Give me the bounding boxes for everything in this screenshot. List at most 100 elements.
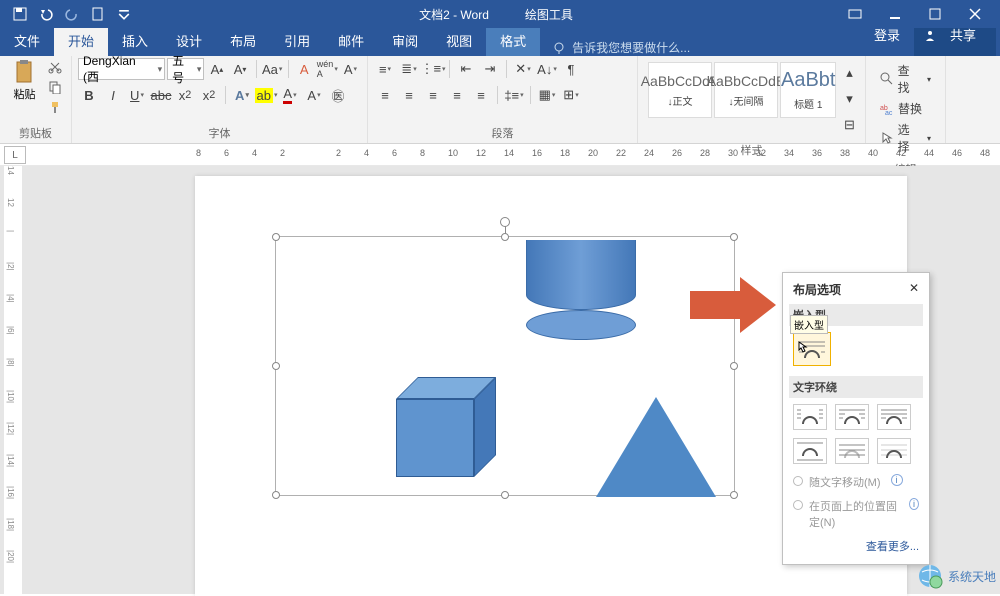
underline-button[interactable]: U: [126, 84, 148, 106]
close-button[interactable]: [960, 0, 990, 28]
text-effects-button[interactable]: A: [231, 84, 253, 106]
show-marks-button[interactable]: ¶: [560, 58, 582, 80]
highlight-button[interactable]: ab: [255, 84, 277, 106]
info-icon[interactable]: i: [909, 498, 919, 510]
enclose-char-button[interactable]: ㊩: [327, 84, 349, 106]
maximize-button[interactable]: [920, 0, 950, 28]
copy-button[interactable]: [45, 78, 65, 96]
tab-layout[interactable]: 布局: [216, 25, 270, 56]
style-normal[interactable]: AaBbCcDdE ↓正文: [648, 62, 712, 118]
align-center-button[interactable]: ≡: [398, 84, 420, 106]
tab-view[interactable]: 视图: [432, 25, 486, 56]
align-left-button[interactable]: ≡: [374, 84, 396, 106]
redo-button[interactable]: [60, 2, 84, 26]
info-icon[interactable]: i: [891, 474, 903, 486]
bullets-button[interactable]: ≡: [374, 58, 396, 80]
format-painter-button[interactable]: [45, 98, 65, 116]
triangle-shape[interactable]: [596, 397, 716, 497]
shading-button[interactable]: ▦: [536, 84, 558, 106]
clear-format-button[interactable]: A: [294, 58, 315, 80]
undo-button[interactable]: [34, 2, 58, 26]
phonetic-guide-button[interactable]: wénA: [317, 58, 338, 80]
font-color-button[interactable]: A: [279, 84, 301, 106]
char-shading-button[interactable]: A: [303, 84, 325, 106]
cube-shape[interactable]: [396, 377, 496, 477]
minimize-button[interactable]: [880, 0, 910, 28]
style-no-spacing[interactable]: AaBbCcDdE ↓无间隔: [714, 62, 778, 118]
multilevel-button[interactable]: ⋮≡: [422, 58, 444, 80]
char-border-button[interactable]: A: [340, 58, 361, 80]
wrap-topbottom-button[interactable]: [793, 438, 827, 464]
replace-button[interactable]: abac 替换: [880, 100, 931, 117]
font-name-combo[interactable]: DengXian (西: [78, 58, 165, 80]
radio-move-with-text[interactable]: 随文字移动(M)i: [789, 470, 923, 494]
tab-file[interactable]: 文件: [0, 25, 54, 56]
numbering-button[interactable]: ≣: [398, 58, 420, 80]
popup-close-button[interactable]: ✕: [909, 281, 919, 298]
cylinder-shape[interactable]: [526, 255, 636, 355]
style-heading1[interactable]: AaBbt 标题 1: [780, 62, 836, 118]
styles-up[interactable]: ▴: [838, 62, 860, 84]
tab-references[interactable]: 引用: [270, 25, 324, 56]
increase-indent-button[interactable]: ⇥: [479, 58, 501, 80]
resize-handle-b[interactable]: [501, 491, 509, 499]
resize-handle-t[interactable]: [501, 233, 509, 241]
cursor-icon: [798, 341, 828, 363]
line-spacing-button[interactable]: ‡≡: [503, 84, 525, 106]
vertical-ruler[interactable]: 1412||2||4||6||8||10||12||14||16||18||20…: [4, 166, 22, 594]
brush-icon: [48, 100, 62, 114]
font-size-combo[interactable]: 五号: [167, 58, 204, 80]
wrap-square-button[interactable]: [793, 404, 827, 430]
find-button[interactable]: 查找▾: [880, 62, 931, 96]
align-right-button[interactable]: ≡: [422, 84, 444, 106]
rotate-handle[interactable]: [500, 217, 510, 227]
styles-down[interactable]: ▾: [838, 88, 860, 110]
italic-button[interactable]: I: [102, 84, 124, 106]
bold-button[interactable]: B: [78, 84, 100, 106]
borders-button[interactable]: ⊞: [560, 84, 582, 106]
shape-selection-box[interactable]: [275, 236, 735, 496]
wrap-through-button[interactable]: [877, 404, 911, 430]
resize-handle-br[interactable]: [730, 491, 738, 499]
wrap-behind-button[interactable]: [835, 438, 869, 464]
styles-more[interactable]: ⊟: [838, 114, 860, 136]
sort-button[interactable]: A↓: [536, 58, 558, 80]
cut-button[interactable]: [45, 58, 65, 76]
change-case-button[interactable]: Aa: [262, 58, 283, 80]
tell-me-search[interactable]: 告诉我您想要做什么...: [552, 39, 690, 56]
grow-font-button[interactable]: A▴: [206, 58, 227, 80]
new-doc-button[interactable]: [86, 2, 110, 26]
search-icon: [880, 72, 894, 86]
distribute-button[interactable]: ≡: [470, 84, 492, 106]
tab-mailings[interactable]: 邮件: [324, 25, 378, 56]
radio-fix-position[interactable]: 在页面上的位置固定(N)i: [789, 494, 923, 534]
lightbulb-icon: [552, 41, 566, 55]
qat-dropdown[interactable]: [112, 2, 136, 26]
wrap-inline-button[interactable]: 嵌入型: [793, 332, 831, 366]
decrease-indent-button[interactable]: ⇤: [455, 58, 477, 80]
save-button[interactable]: [8, 2, 32, 26]
strike-button[interactable]: abc: [150, 84, 172, 106]
wrap-front-button[interactable]: [877, 438, 911, 464]
justify-button[interactable]: ≡: [446, 84, 468, 106]
tab-selector[interactable]: L: [4, 146, 26, 164]
tab-format[interactable]: 格式: [486, 25, 540, 56]
paste-button[interactable]: 粘贴: [6, 58, 43, 102]
resize-handle-bl[interactable]: [272, 491, 280, 499]
resize-handle-l[interactable]: [272, 362, 280, 370]
cursor-icon: [880, 131, 894, 145]
resize-handle-tl[interactable]: [272, 233, 280, 241]
shrink-font-button[interactable]: A▾: [230, 58, 251, 80]
resize-handle-tr[interactable]: [730, 233, 738, 241]
subscript-button[interactable]: x2: [174, 84, 196, 106]
text-direction-button[interactable]: ✕: [512, 58, 534, 80]
see-more-link[interactable]: 查看更多...: [789, 534, 923, 558]
tab-home[interactable]: 开始: [54, 25, 108, 56]
tab-insert[interactable]: 插入: [108, 25, 162, 56]
ribbon-display-button[interactable]: [840, 0, 870, 28]
resize-handle-r[interactable]: [730, 362, 738, 370]
replace-icon: abac: [880, 102, 894, 116]
superscript-button[interactable]: x2: [198, 84, 220, 106]
wrap-tight-button[interactable]: [835, 404, 869, 430]
tab-review[interactable]: 审阅: [378, 25, 432, 56]
